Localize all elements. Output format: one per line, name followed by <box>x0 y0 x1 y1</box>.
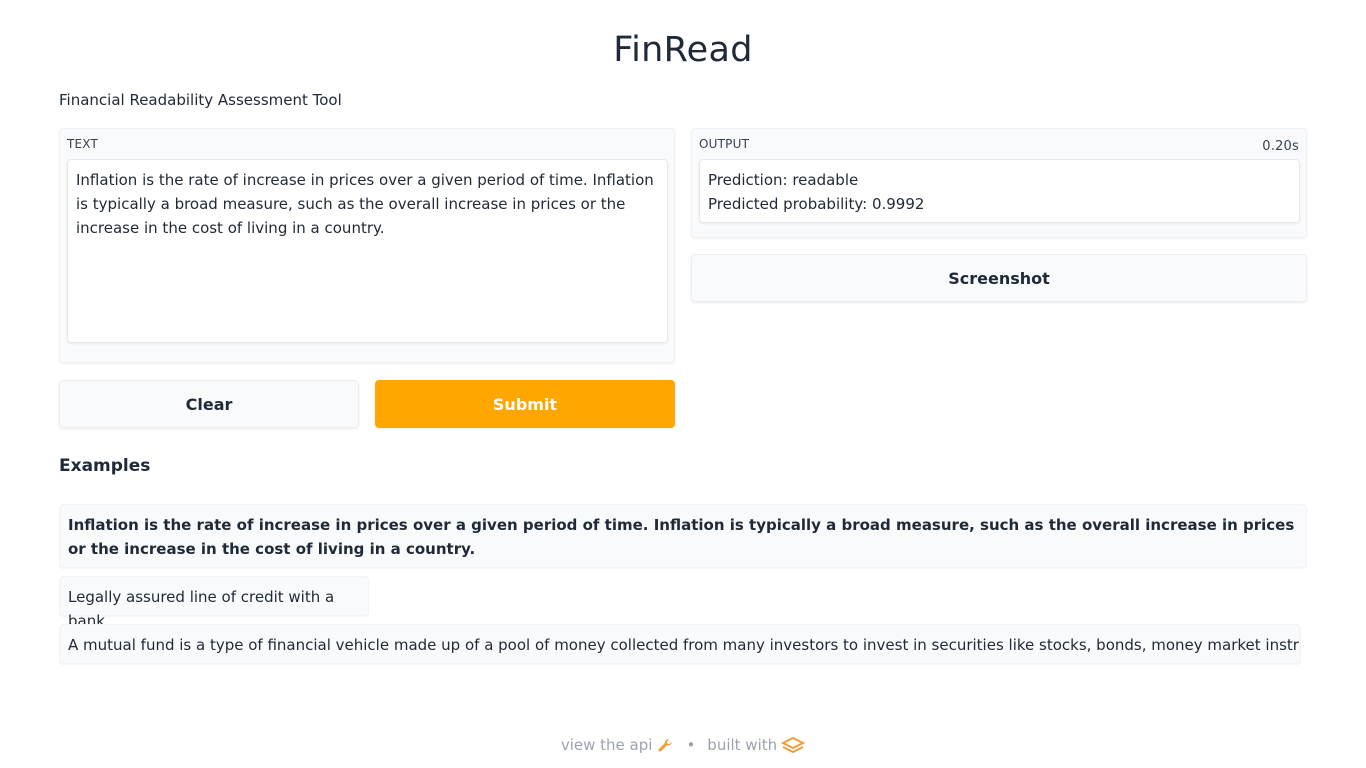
probability-text: Predicted probability: 0.9992 <box>708 195 925 213</box>
prediction-text: Prediction: readable <box>708 171 859 189</box>
examples-heading: Examples <box>59 456 151 476</box>
app-page: FinRead Financial Readability Assessment… <box>0 0 1366 768</box>
footer: view the api • built with <box>0 736 1366 755</box>
wrench-icon <box>656 736 674 755</box>
output-label: OUTPUT <box>699 137 750 151</box>
example-item-2[interactable]: Legally assured line of credit with a ba… <box>59 576 369 630</box>
input-panel: TEXT Inflation is the rate of increase i… <box>59 128 675 363</box>
gradio-logo-icon <box>780 736 806 755</box>
built-with-label: built with <box>707 736 778 755</box>
view-api-label: view the api <box>560 736 653 755</box>
screenshot-button[interactable]: Screenshot <box>691 254 1307 302</box>
submit-button[interactable]: Submit <box>375 380 675 428</box>
input-label: TEXT <box>67 137 99 151</box>
app-description: Financial Readability Assessment Tool <box>59 91 342 109</box>
footer-separator: • <box>686 736 696 755</box>
clear-button[interactable]: Clear <box>59 380 359 428</box>
text-input[interactable]: Inflation is the rate of increase in pri… <box>67 159 668 343</box>
view-api-link[interactable]: view the api <box>561 736 675 755</box>
output-box: Prediction: readable Predicted probabili… <box>699 159 1300 223</box>
example-item-1[interactable]: Inflation is the rate of increase in pri… <box>59 504 1307 568</box>
built-with-link[interactable]: built with <box>707 736 806 755</box>
output-timing: 0.20s <box>1262 139 1299 154</box>
app-title: FinRead <box>613 30 753 70</box>
output-panel: OUTPUT 0.20s Prediction: readable Predic… <box>691 128 1307 238</box>
example-item-3[interactable]: A mutual fund is a type of financial veh… <box>59 624 1301 664</box>
